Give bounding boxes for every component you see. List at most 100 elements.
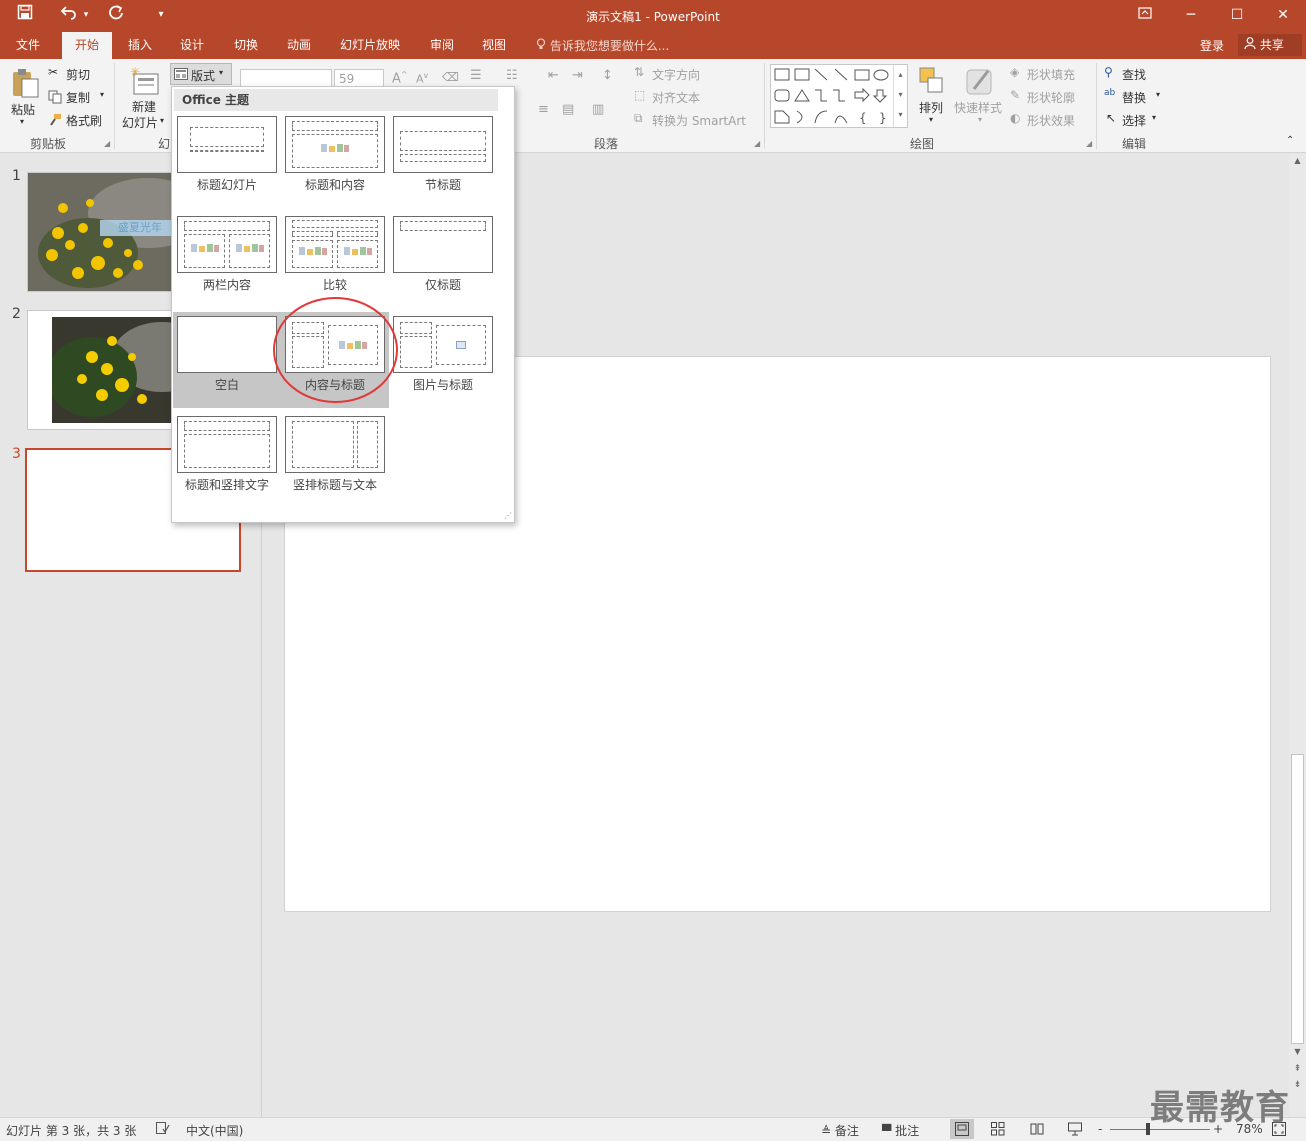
layout-button[interactable]: 版式 ▾ (170, 63, 232, 85)
select-button[interactable]: ↖ 选择 ▾ (1104, 111, 1164, 129)
tab-file[interactable]: 文件 (4, 32, 52, 59)
slides-group-label: 幻 (158, 137, 171, 151)
select-dropdown-icon: ▾ (1152, 113, 1157, 122)
paragraph-launcher-icon[interactable]: ◢ (754, 139, 760, 148)
layout-preview (393, 316, 493, 373)
previous-slide-icon[interactable]: ⇞ (1291, 1064, 1304, 1078)
copy-button[interactable]: 复制 ▾ (48, 88, 110, 106)
zoom-out-button[interactable]: - (1098, 1122, 1102, 1136)
tab-insert[interactable]: 插入 (116, 32, 164, 59)
layout-two-content[interactable]: 两栏内容 (173, 212, 281, 308)
scroll-up-icon[interactable]: ▲ (1291, 156, 1304, 170)
tab-view[interactable]: 视图 (470, 32, 518, 59)
find-icon: ⚲ (1104, 65, 1113, 79)
scroll-down-icon[interactable]: ▼ (1291, 1047, 1304, 1061)
bullets-icon[interactable]: ☰ (470, 68, 482, 83)
layout-blank[interactable]: 空白 (173, 312, 281, 408)
person-icon (1244, 37, 1260, 52)
clear-format-icon[interactable]: ⌫ (442, 70, 459, 84)
language-indicator[interactable]: 中文(中国) (186, 1122, 243, 1139)
zoom-slider[interactable] (1110, 1129, 1210, 1130)
layout-title-and-vertical-text[interactable]: 标题和竖排文字 (173, 412, 281, 508)
layout-comparison[interactable]: 比较 (281, 212, 389, 308)
layout-label: 节标题 (424, 178, 461, 192)
lightbulb-icon (536, 38, 550, 53)
text-direction-button[interactable]: ⇅ 文字方向 (634, 65, 724, 83)
tab-review[interactable]: 审阅 (418, 32, 466, 59)
tab-slideshow[interactable]: 幻灯片放映 (334, 32, 406, 59)
tab-transitions[interactable]: 切换 (222, 32, 270, 59)
cut-button[interactable]: ✂ 剪切 (48, 65, 108, 83)
title-bar: ▾ ▾ 演示文稿1 - PowerPoint ─ ☐ ✕ (0, 0, 1306, 32)
svg-text:✳: ✳ (130, 66, 140, 79)
login-link[interactable]: 登录 (1200, 37, 1224, 54)
new-slide-dropdown-icon: ▾ (160, 116, 165, 125)
drawing-launcher-icon[interactable]: ◢ (1086, 139, 1092, 148)
notes-icon: ≜ (821, 1124, 832, 1138)
share-button[interactable]: 共享 (1238, 34, 1302, 56)
minimize-button[interactable]: ─ (1168, 0, 1214, 32)
arrange-button[interactable]: 排列 ▾ (914, 65, 950, 129)
spellcheck-icon[interactable] (156, 1122, 170, 1137)
layout-section-header[interactable]: 节标题 (389, 112, 497, 208)
decrease-indent-icon[interactable]: ⇤ (548, 68, 559, 83)
close-button[interactable]: ✕ (1260, 0, 1306, 32)
layout-title-and-content[interactable]: 标题和内容 (281, 112, 389, 208)
format-painter-button[interactable]: 格式刷 (48, 111, 110, 129)
copy-dropdown-icon: ▾ (100, 90, 105, 99)
paste-button[interactable]: 粘贴 ▾ (8, 65, 42, 129)
maximize-button[interactable]: ☐ (1214, 0, 1260, 32)
reading-view-icon[interactable] (1030, 1122, 1044, 1139)
shape-outline-label: 形状轮廓 (1027, 91, 1076, 105)
convert-smartart-button[interactable]: ⧉ 转换为 SmartArt (634, 111, 758, 129)
tab-animations[interactable]: 动画 (275, 32, 323, 59)
find-button[interactable]: ⚲ 查找 (1104, 65, 1164, 83)
layout-title-slide[interactable]: 标题幻灯片 (173, 112, 281, 208)
ribbon-display-options-icon[interactable] (1122, 0, 1168, 32)
paragraph-group-label: 段落 (594, 137, 619, 151)
shapes-gallery[interactable]: {} (770, 64, 908, 128)
shapes-gallery-scroll[interactable]: ▴ ▾ ▾ (893, 65, 907, 127)
next-slide-icon[interactable]: ⇟ (1291, 1080, 1304, 1094)
shape-outline-button[interactable]: ✎ 形状轮廓 (1010, 88, 1090, 106)
notes-button[interactable]: ≜ 备注 (821, 1122, 859, 1139)
replace-dropdown-icon: ▾ (1156, 90, 1161, 99)
line-spacing-icon[interactable]: ↕ (602, 68, 613, 83)
layout-label: 仅标题 (424, 278, 461, 292)
align-right-icon[interactable]: ≡ (538, 102, 549, 117)
scroll-thumb[interactable] (1291, 754, 1304, 1044)
new-slide-button[interactable]: ✳ 新建 幻灯片 ▾ (120, 64, 168, 132)
slideshow-view-icon[interactable] (1068, 1122, 1082, 1139)
replace-button[interactable]: ab 替换 ▾ (1104, 88, 1166, 106)
shape-fill-button[interactable]: ◈ 形状填充 (1010, 65, 1090, 83)
content-icons (344, 247, 372, 255)
align-text-button[interactable]: ⬚ 对齐文本 (634, 88, 724, 106)
slide-sorter-icon[interactable] (991, 1122, 1005, 1139)
columns-icon[interactable]: ▥ (592, 102, 604, 117)
tell-me-box[interactable]: 告诉我您想要做什么... (536, 37, 669, 54)
resize-grip-icon[interactable]: ⋰ (504, 511, 512, 520)
numbering-icon[interactable]: ☷ (506, 68, 518, 83)
layout-vertical-title-and-text[interactable]: 竖排标题与文本 (281, 412, 389, 508)
slide-number-3: 3 (12, 446, 21, 462)
justify-icon[interactable]: ▤ (562, 102, 574, 117)
shrink-font-icon[interactable]: Av (416, 71, 428, 86)
tab-home[interactable]: 开始 (62, 32, 112, 59)
increase-indent-icon[interactable]: ⇥ (572, 68, 583, 83)
normal-view-button[interactable] (950, 1119, 974, 1139)
comments-button[interactable]: ▀ 批注 (882, 1122, 919, 1139)
layout-label: 标题和竖排文字 (184, 478, 269, 492)
layout-picture-with-caption[interactable]: 图片与标题 (389, 312, 497, 408)
layout-title-only[interactable]: 仅标题 (389, 212, 497, 308)
vertical-scrollbar[interactable]: ▲ ▼ ⇞ ⇟ (1289, 154, 1306, 1117)
layout-preview (285, 116, 385, 173)
collapse-ribbon-icon[interactable]: ⌃ (1286, 135, 1294, 146)
tab-design[interactable]: 设计 (168, 32, 216, 59)
content-icons (191, 244, 219, 252)
grow-font-icon[interactable]: A^ (392, 70, 408, 86)
replace-label: 替换 (1122, 91, 1147, 105)
clipboard-launcher-icon[interactable]: ◢ (104, 139, 110, 148)
shapes-gallery-icons: {} (774, 68, 889, 125)
shape-effects-button[interactable]: ◐ 形状效果 (1010, 111, 1090, 129)
quick-styles-button[interactable]: 快速样式 ▾ (952, 65, 1008, 129)
